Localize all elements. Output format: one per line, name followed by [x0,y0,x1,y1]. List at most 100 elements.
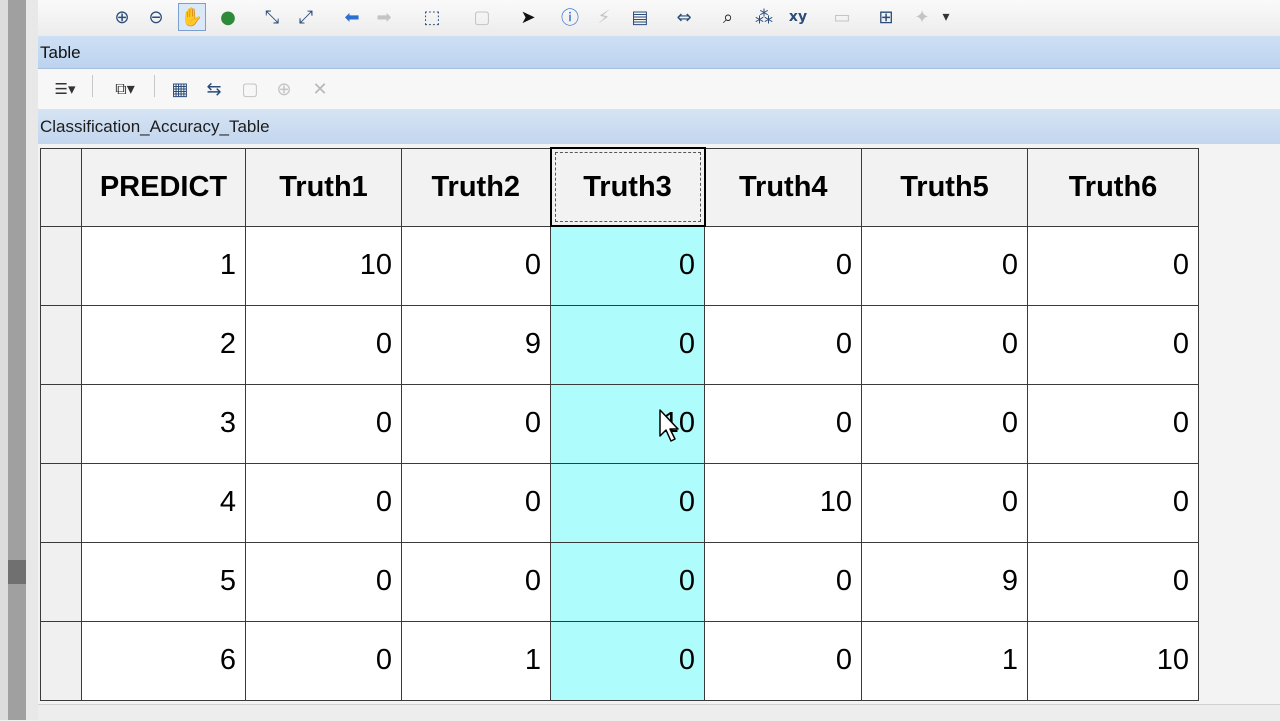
row-selector[interactable] [40,304,82,385]
select-elements-pointer-icon[interactable]: ➤ [514,3,542,31]
time-slider-icon[interactable]: ▭ [828,3,856,31]
find-route-icon[interactable]: ⁂ [750,3,778,31]
table-cell-selected[interactable]: 0 [550,462,705,543]
table-cell[interactable]: 0 [1027,541,1199,622]
measure-icon[interactable]: ⇔ [670,3,698,31]
pushpin-icon[interactable]: ✦ [908,3,936,31]
back-arrow-icon[interactable]: ⬅ [338,3,366,31]
column-header-truth1[interactable]: Truth1 [245,147,402,227]
table-cell[interactable]: 10 [245,225,402,306]
table-cell[interactable]: 0 [245,620,402,701]
row-selector[interactable] [40,541,82,622]
table-cell[interactable]: 0 [704,620,862,701]
switch-selection-icon[interactable]: ⇆ [200,75,228,103]
table-cell[interactable]: 0 [704,383,862,464]
column-header-truth4[interactable]: Truth4 [704,147,862,227]
table-cell[interactable]: 0 [1027,383,1199,464]
table-options-icon[interactable]: ☰▾ [44,75,86,103]
table-cell[interactable]: 6 [81,620,246,701]
table-cell[interactable]: 0 [704,541,862,622]
fixed-zoom-in-icon[interactable]: ⤡ [258,3,286,31]
table-row[interactable]: 2 0 9 0 0 0 0 [40,304,1199,385]
table-cell[interactable]: 10 [1027,620,1199,701]
select-all-corner[interactable] [40,147,82,227]
table-row[interactable]: 3 0 0 10 0 0 0 [40,383,1199,464]
zoom-in-icon[interactable]: ⊕ [108,3,136,31]
resize-grip[interactable] [8,560,26,584]
hyperlink-lightning-icon[interactable]: ⚡ [590,3,618,31]
forward-arrow-icon[interactable]: ➡ [370,3,398,31]
table-cell[interactable]: 0 [1027,304,1199,385]
header-row: PREDICT Truth1 Truth2 Truth3 Truth4 Trut… [40,147,1199,227]
table-cell[interactable]: 1 [401,620,551,701]
identify-info-icon[interactable]: ⓘ [556,3,584,31]
column-header-truth5[interactable]: Truth5 [861,147,1028,227]
table-cell[interactable]: 0 [245,383,402,464]
column-header-truth3[interactable]: Truth3 [549,147,706,227]
table-cell[interactable]: 0 [861,304,1028,385]
table-tab[interactable]: Classification_Accuracy_Table [38,109,1280,144]
table-row[interactable]: 6 0 1 0 0 1 10 [40,620,1199,701]
html-popup-icon[interactable]: ▤ [626,3,654,31]
window-title-text: Table [40,43,81,62]
table-cell[interactable]: 3 [81,383,246,464]
table-cell[interactable]: 9 [401,304,551,385]
table-cell[interactable]: 9 [861,541,1028,622]
table-cell[interactable]: 0 [245,462,402,543]
table-cell-selected[interactable]: 0 [550,620,705,701]
table-cell-selected[interactable]: 0 [550,541,705,622]
select-by-attributes-icon[interactable]: ▦ [166,75,194,103]
table-cell[interactable]: 0 [704,304,862,385]
zoom-to-selected-icon[interactable]: ⊕ [270,75,298,103]
column-header-truth6[interactable]: Truth6 [1027,147,1199,227]
row-selector[interactable] [40,620,82,701]
select-features-icon[interactable]: ⬚ [418,3,446,31]
column-header-truth2[interactable]: Truth2 [401,147,551,227]
fixed-zoom-out-icon[interactable]: ⤢ [292,3,320,31]
row-selector[interactable] [40,383,82,464]
table-cell[interactable]: 1 [81,225,246,306]
full-extent-globe-icon[interactable]: ● [214,3,242,31]
delete-selected-icon[interactable]: ✕ [306,75,334,103]
table-cell[interactable]: 0 [704,225,862,306]
table-row[interactable]: 1 10 0 0 0 0 0 [40,225,1199,306]
table-cell[interactable]: 2 [81,304,246,385]
horizontal-scrollbar[interactable] [38,704,1280,721]
row-selector[interactable] [40,462,82,543]
clear-selection-icon[interactable]: ▢ [468,3,496,31]
go-to-xy-icon[interactable]: xy [784,3,812,31]
find-binoculars-icon[interactable]: ⌕ [714,3,742,31]
create-viewer-window-icon[interactable]: ⊞ [872,3,900,31]
table-cell[interactable]: 1 [861,620,1028,701]
table-cell[interactable]: 5 [81,541,246,622]
zoom-out-icon[interactable]: ⊖ [142,3,170,31]
pan-hand-icon[interactable]: ✋ [178,3,206,31]
table-cell[interactable]: 0 [1027,225,1199,306]
table-row[interactable]: 5 0 0 0 0 9 0 [40,541,1199,622]
table-row[interactable]: 4 0 0 0 10 0 0 [40,462,1199,543]
table-cell[interactable]: 0 [401,225,551,306]
table-cell[interactable]: 0 [861,383,1028,464]
table-cell[interactable]: 4 [81,462,246,543]
table-cell-selected[interactable]: 0 [550,225,705,306]
table-cell-selected[interactable]: 10 [550,383,705,464]
related-tables-icon[interactable]: ⧉▾ [104,75,146,103]
column-header-predict[interactable]: PREDICT [81,147,246,227]
clear-selection-icon[interactable]: ▢ [236,75,264,103]
table-cell[interactable]: 10 [704,462,862,543]
table-cell[interactable]: 0 [1027,462,1199,543]
left-scroll-strip [8,0,26,720]
table-cell-selected[interactable]: 0 [550,304,705,385]
table-cell[interactable]: 0 [245,541,402,622]
table-cell[interactable]: 0 [401,383,551,464]
table-cell[interactable]: 0 [861,462,1028,543]
table-cell[interactable]: 0 [245,304,402,385]
table-cell[interactable]: 0 [401,462,551,543]
toolbar-separator [154,75,155,97]
table-cell[interactable]: 0 [401,541,551,622]
window-title: Table [38,36,1280,69]
main-toolbar: ⊕ ⊖ ✋ ● ⤡ ⤢ ⬅ ➡ ⬚ ▢ ➤ ⓘ ⚡ ▤ ⇔ ⌕ ⁂ xy ▭ ⊞… [38,0,1280,37]
toolbar-overflow-icon[interactable]: ▾ [938,3,954,31]
table-cell[interactable]: 0 [861,225,1028,306]
row-selector[interactable] [40,225,82,306]
